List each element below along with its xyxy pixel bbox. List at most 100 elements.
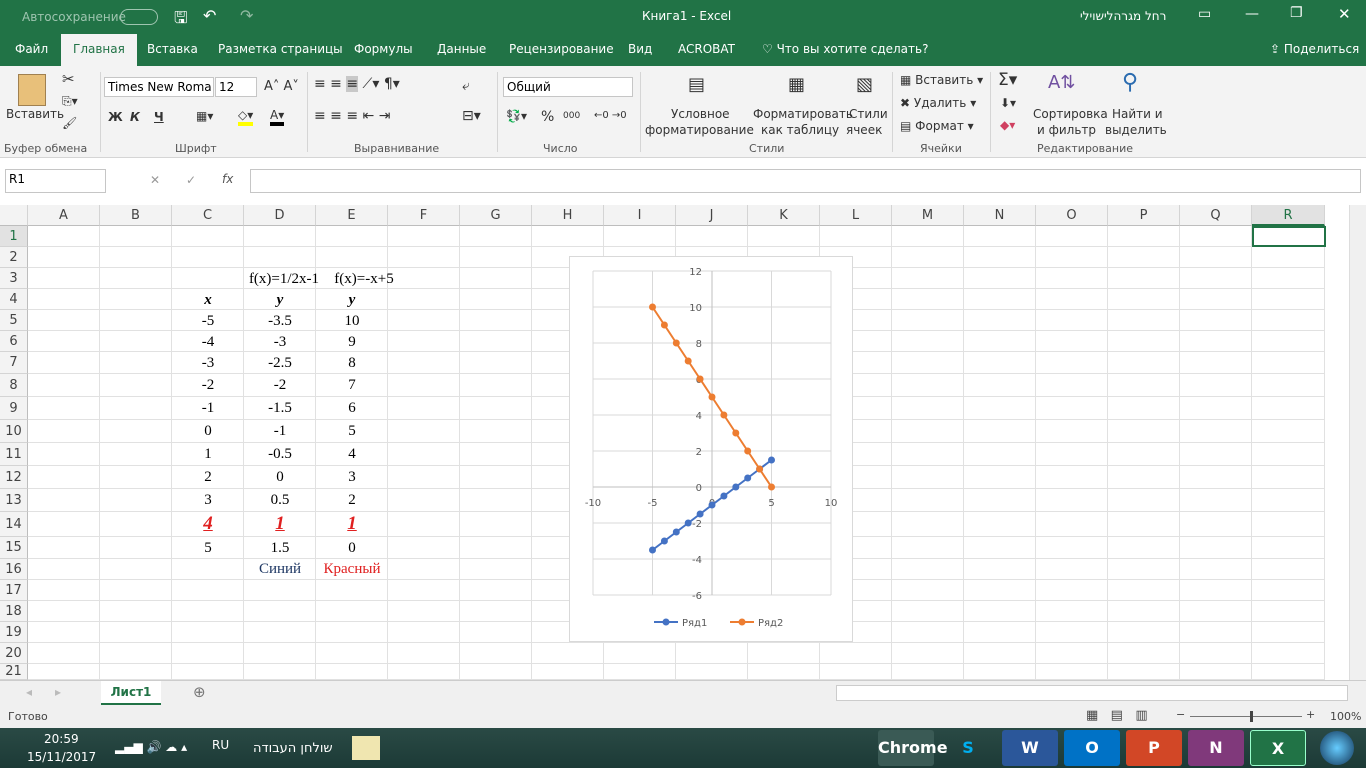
thousands-button[interactable]: 000 [563,111,580,121]
cell-x[interactable]: 0 [172,423,244,440]
cell-y2[interactable]: 3 [316,469,388,486]
pen-input-icon[interactable] [352,736,380,760]
cut-icon[interactable]: ✂ [62,70,75,88]
bold-button[interactable]: Ж [108,110,123,124]
cell-x[interactable]: 3 [172,492,244,509]
cell-y2[interactable]: 2 [316,492,388,509]
redo-icon[interactable]: ↷ [240,6,253,25]
find-label2[interactable]: выделить [1105,123,1167,137]
tab-insert[interactable]: Вставка [147,42,198,56]
merge-center-icon[interactable]: ⊟▾ [462,108,481,124]
column-header-D[interactable]: D [244,205,316,226]
percent-button[interactable]: % [541,109,554,125]
add-sheet-icon[interactable]: ⊕ [193,683,206,701]
line-chart[interactable]: 121086420-2-4-6-10-50510Ряд1Ряд2 [569,256,853,642]
zoom-slider[interactable] [1190,716,1302,717]
label-red[interactable]: Красный [316,561,388,578]
tell-me-search[interactable]: ♡ Что вы хотите сделать? [762,42,928,56]
paste-icon[interactable] [18,74,46,106]
row-header-5[interactable]: 5 [0,310,28,331]
row-header-15[interactable]: 15 [0,537,28,559]
clock-time[interactable]: 20:59 [44,732,79,746]
cell-y1[interactable]: -2.5 [244,355,316,372]
fx-button[interactable]: fx [222,172,233,186]
excel-taskbar-icon[interactable]: X [1250,730,1306,766]
cell-x[interactable]: -4 [172,334,244,351]
row-header-17[interactable]: 17 [0,580,28,601]
clear-icon[interactable]: ◆▾ [1000,118,1015,132]
tab-data[interactable]: Данные [437,42,486,56]
column-header-M[interactable]: M [892,205,964,226]
find-label1[interactable]: Найти и [1112,107,1163,121]
format-table-label2[interactable]: как таблицу [761,123,839,137]
zoom-slider-thumb[interactable] [1250,711,1253,722]
borders-icon[interactable]: ▦▾ [196,109,213,123]
italic-button[interactable]: К [130,110,140,124]
column-header-R[interactable]: R [1252,205,1325,226]
row-header-9[interactable]: 9 [0,397,28,420]
next-sheet-icon[interactable]: ▸ [55,685,61,699]
skype-taskbar-icon[interactable]: S [940,730,996,766]
vertical-align-icons[interactable]: ≡ ≡ ≡ ⟋▾ ¶▾ [314,76,400,92]
close-icon[interactable]: ✕ [1338,5,1351,23]
fill-icon[interactable]: ⬇▾ [1000,96,1016,110]
row-header-21[interactable]: 21 [0,664,28,680]
cell-x[interactable]: -1 [172,400,244,417]
format-table-label1[interactable]: Форматировать [753,107,853,121]
row-header-16[interactable]: 16 [0,559,28,580]
cell-y2[interactable]: 10 [316,313,388,330]
view-icons[interactable]: ▦ ▤ ▥ [1086,708,1148,723]
header-y1[interactable]: y [244,292,316,309]
cell-y1[interactable]: -1.5 [244,400,316,417]
prev-sheet-icon[interactable]: ◂ [26,685,32,699]
autosum-icon[interactable]: Σ▾ [998,70,1017,90]
sheet-tab-list1[interactable]: Лист1 [101,681,161,705]
language-indicator[interactable]: RU [212,738,229,752]
cell-y2[interactable]: 0 [316,540,388,557]
horizontal-align-icons[interactable]: ≡ ≡ ≡ ⇤ ⇥ [314,108,390,124]
cell-x[interactable]: 2 [172,469,244,486]
column-header-H[interactable]: H [532,205,604,226]
column-header-C[interactable]: C [172,205,244,226]
font-size-select[interactable]: 12 [215,77,257,97]
powerpoint-taskbar-icon[interactable]: P [1126,730,1182,766]
cell-y2[interactable]: 4 [316,446,388,463]
tab-review[interactable]: Рецензирование [509,42,614,56]
column-header-A[interactable]: A [28,205,100,226]
share-button[interactable]: ⇪ Поделиться [1270,42,1359,56]
tab-page-layout[interactable]: Разметка страницы [218,42,343,56]
cell-x[interactable]: 4 [172,513,244,535]
ribbon-display-icon[interactable]: ▭ [1198,6,1211,22]
cell-y1[interactable]: 1 [244,513,316,535]
label-blue[interactable]: Синий [244,561,316,578]
autosave-toggle[interactable] [120,9,158,25]
header-f1[interactable]: f(x)=1/2x-1 [244,271,324,288]
fill-color-icon[interactable]: ◇▾ [238,108,254,126]
wrap-text-icon[interactable]: ⤶ [462,78,470,94]
font-color-icon[interactable]: A▾ [270,108,285,126]
format-painter-icon[interactable]: 🖌 [62,116,77,130]
cond-format-label1[interactable]: Условное [671,107,730,121]
row-header-18[interactable]: 18 [0,601,28,622]
cell-x[interactable]: -3 [172,355,244,372]
delete-cells-button[interactable]: ✖ Удалить ▾ [900,96,976,110]
paste-button[interactable]: Вставить [6,107,64,121]
undo-icon[interactable]: ↶ [203,6,216,25]
column-header-F[interactable]: F [388,205,460,226]
cell-styles-label1[interactable]: Стили [849,107,888,121]
cell-y2[interactable]: 5 [316,423,388,440]
cell-styles-label2[interactable]: ячеек [846,123,882,137]
sort-label2[interactable]: и фильтр [1037,123,1096,137]
row-header-3[interactable]: 3 [0,268,28,289]
column-header-N[interactable]: N [964,205,1036,226]
cell-y2[interactable]: 8 [316,355,388,372]
zoom-level[interactable]: 100% [1330,710,1361,723]
row-header-8[interactable]: 8 [0,374,28,397]
column-header-P[interactable]: P [1108,205,1180,226]
cell-x[interactable]: 5 [172,540,244,557]
chrome-taskbar-icon[interactable]: Chrome [878,730,948,766]
header-x[interactable]: x [172,292,244,309]
save-icon[interactable]: 🖫 [174,7,188,34]
tab-formulas[interactable]: Формулы [354,42,413,56]
column-header-G[interactable]: G [460,205,532,226]
